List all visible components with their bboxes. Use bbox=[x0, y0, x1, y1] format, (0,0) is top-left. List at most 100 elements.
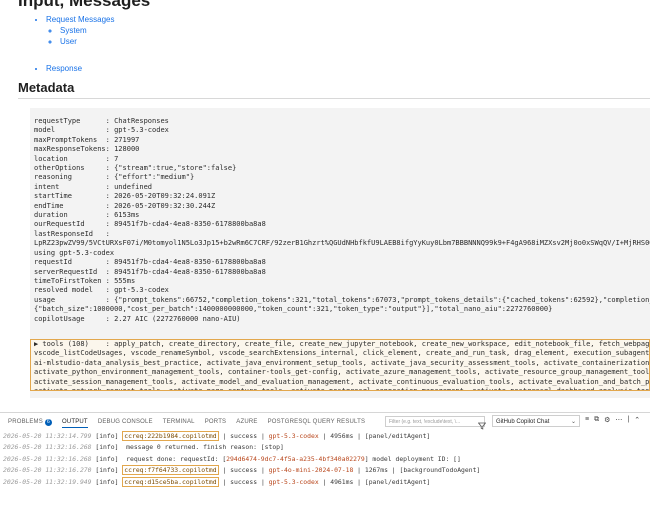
tools-text: activate_python_environment_management_t… bbox=[34, 368, 650, 377]
output-channel-select[interactable]: GitHub Copilot Chat ⌄ bbox=[492, 415, 580, 427]
toc-item-response[interactable]: Response bbox=[46, 63, 114, 74]
heading-divider bbox=[18, 98, 650, 99]
metadata-row: endTime : 2026-05-20T09:32:30.244Z bbox=[34, 202, 650, 211]
table-of-contents: Request Messages System User Response bbox=[32, 14, 114, 74]
metadata-value: gpt-5.3-codex bbox=[114, 126, 169, 135]
tab-ports-label: PORTS bbox=[204, 419, 227, 425]
metadata-separator: : bbox=[105, 145, 115, 154]
tools-text: vscode_listCodeUsages, vscode_renameSymb… bbox=[34, 349, 650, 358]
tools-line: ▶ tools (108) : apply_patch, create_dire… bbox=[34, 340, 649, 349]
tab-output-label: OUTPUT bbox=[61, 419, 88, 425]
output-filter-input[interactable]: Filter (e.g. text, !exclude\text, \... bbox=[385, 416, 485, 427]
metadata-key: timeToFirstToken bbox=[34, 276, 106, 285]
metadata-key: location bbox=[34, 154, 106, 163]
usage-continuation: {"batch_size":1000000,"cost_per_batch":1… bbox=[34, 305, 553, 314]
log-message: request done: requestId: [ bbox=[122, 454, 227, 463]
metadata-separator: : bbox=[105, 117, 115, 125]
gear-icon[interactable]: ⚙ bbox=[604, 416, 610, 424]
tools-line: activate_python_environment_management_t… bbox=[34, 368, 649, 377]
metadata-row: maxPromptTokens : 271997 bbox=[34, 136, 650, 145]
tools-line: vscode_listCodeUsages, vscode_renameSymb… bbox=[34, 349, 649, 358]
tools-details[interactable]: ▶ tools (108) : apply_patch, create_dire… bbox=[30, 339, 650, 391]
metadata-row: ourRequestId : 89451f7b-cda4-4ea8-8350-6… bbox=[34, 220, 650, 229]
chevron-down-icon: ⌄ bbox=[570, 419, 576, 425]
metadata-row: model : gpt-5.3-codex bbox=[34, 126, 650, 135]
metadata-key: copilotUsage bbox=[34, 314, 106, 323]
metadata-row: requestId : 89451f7b-cda4-4ea8-8350-6178… bbox=[34, 258, 650, 267]
metadata-row: reasoning : {"effort":"medium"} bbox=[34, 173, 650, 182]
maximize-icon[interactable]: ⌃ bbox=[634, 416, 640, 424]
metadata-key: requestId bbox=[34, 258, 106, 267]
log-timestamp: 2026-05-20 11:32:16.268 bbox=[3, 443, 92, 452]
tab-ports[interactable]: PORTS bbox=[205, 419, 227, 425]
metadata-value: 2026-05-20T09:32:24.091Z bbox=[114, 192, 216, 201]
metadata-row: serverRequestId : 89451f7b-cda4-4ea8-835… bbox=[34, 268, 650, 277]
filter-funnel-icon[interactable] bbox=[477, 417, 487, 435]
word-wrap-icon[interactable]: ≡ bbox=[585, 416, 589, 424]
metadata-row: duration : 6153ms bbox=[34, 211, 650, 220]
bottom-panel: PROBLEMS 6 OUTPUT DEBUG CONSOLE TERMINAL… bbox=[0, 412, 650, 511]
metadata-row: copilotUsage : 2.27 AIC (2272760000 nano… bbox=[34, 315, 650, 324]
metadata-separator: : bbox=[105, 182, 115, 191]
metadata-row: startTime : 2026-05-20T09:32:24.091Z bbox=[34, 192, 650, 201]
tools-line: ai-mlstudio-data_analysis_best_practice,… bbox=[34, 359, 649, 368]
metadata-row: intent : undefined bbox=[34, 183, 650, 192]
tab-postgresql-query-results[interactable]: POSTGRESQL QUERY RESULTS bbox=[268, 419, 366, 425]
tools-line: activate_session_management_tools, activ… bbox=[34, 378, 649, 387]
log-request-id: 294d6474-9dc7-4f5a-a235-4bf340a02279 bbox=[226, 454, 365, 463]
toc-item-user[interactable]: User bbox=[60, 36, 114, 47]
open-in-editor-icon[interactable]: ⧉ bbox=[594, 416, 599, 424]
log-request-link[interactable]: ccreq:d15ce5ba.copilotmd bbox=[122, 476, 219, 487]
tools-toggle-label[interactable]: ▶ tools (108) bbox=[34, 340, 106, 348]
metadata-row: timeToFirstToken : 555ms bbox=[34, 277, 650, 286]
last-response-id-value: LpRZ23pwZV99/5VCtURXsF07i/M0tomyol1N5Lo3… bbox=[34, 239, 650, 248]
toc-link-user[interactable]: User bbox=[60, 37, 77, 46]
log-level: [info] bbox=[91, 466, 123, 475]
log-message-tail: ] model deployment ID: [] bbox=[364, 454, 461, 463]
metadata-separator: : bbox=[105, 314, 115, 323]
metadata-key: startTime bbox=[34, 192, 106, 201]
toc-item-request-messages[interactable]: Request Messages System User bbox=[46, 14, 114, 47]
toc-item-system[interactable]: System bbox=[60, 25, 114, 36]
metadata-value: 271997 bbox=[114, 135, 140, 144]
tools-text: ai-mlstudio-data_analysis_best_practice,… bbox=[34, 358, 650, 367]
tab-debug-console[interactable]: DEBUG CONSOLE bbox=[98, 419, 153, 425]
output-channel-value: GitHub Copilot Chat bbox=[496, 419, 550, 425]
toc-link-system[interactable]: System bbox=[60, 26, 87, 35]
tab-azure[interactable]: AZURE bbox=[236, 419, 257, 425]
log-tail: | 1267ms | [backgroundTodoAgent] bbox=[353, 466, 481, 475]
metadata-key: serverRequestId bbox=[34, 267, 106, 276]
metadata-separator: : bbox=[105, 154, 115, 163]
metadata-value: 2026-05-20T09:32:30.244Z bbox=[114, 201, 216, 210]
metadata-value: 6153ms bbox=[114, 211, 140, 220]
toc-link-request-messages[interactable]: Request Messages bbox=[46, 15, 114, 24]
log-request-link[interactable]: ccreq:222b1984.copilotmd bbox=[122, 431, 219, 441]
log-line: 2026-05-20 11:32:16.268 [info] request d… bbox=[3, 454, 650, 465]
log-model: gpt-5.3-codex bbox=[268, 477, 319, 486]
metadata-row: otherOptions : {"stream":true,"store":fa… bbox=[34, 164, 650, 173]
tools-text: : apply_patch, create_directory, create_… bbox=[105, 340, 650, 348]
metadata-separator: : bbox=[105, 286, 115, 295]
metadata-separator: : bbox=[105, 164, 115, 173]
tab-output[interactable]: OUTPUT bbox=[61, 419, 88, 428]
more-actions-icon[interactable]: ⋯ bbox=[615, 416, 622, 424]
log-request-link[interactable]: ccreq:f7f64733.copilotmd bbox=[122, 465, 219, 476]
metadata-key: reasoning bbox=[34, 173, 106, 182]
panel-separator-icon: | bbox=[627, 416, 630, 423]
log-model: gpt-5.3-codex bbox=[268, 432, 319, 440]
metadata-key: otherOptions bbox=[34, 164, 106, 173]
metadata-code-block: requestType : ChatResponses model : gpt-5… bbox=[30, 108, 650, 398]
log-status: | success | bbox=[218, 477, 269, 486]
metadata-key: maxPromptTokens bbox=[34, 135, 106, 144]
tab-terminal[interactable]: TERMINAL bbox=[163, 419, 195, 425]
log-message: message 0 returned. finish reason: [stop… bbox=[122, 443, 284, 452]
toc-link-response[interactable]: Response bbox=[46, 64, 82, 73]
tab-problems[interactable]: PROBLEMS 6 bbox=[8, 418, 52, 426]
tab-azure-label: AZURE bbox=[236, 419, 258, 425]
metadata-separator: : bbox=[105, 276, 115, 285]
metadata-row: usage : {"prompt_tokens":66752,"completi… bbox=[34, 296, 650, 305]
metadata-key: duration bbox=[34, 211, 106, 220]
metadata-key: ourRequestId bbox=[34, 220, 106, 229]
metadata-separator: : bbox=[105, 192, 115, 201]
metadata-separator: : bbox=[105, 220, 115, 229]
